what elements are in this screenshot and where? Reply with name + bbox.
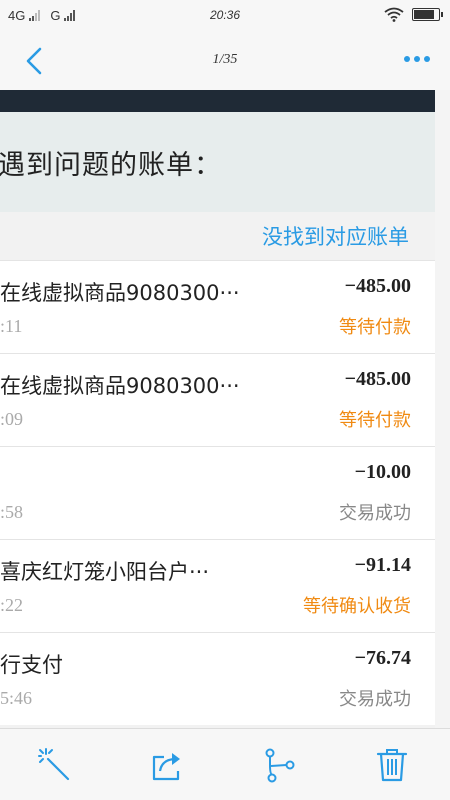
bill-status: 交易成功 — [339, 503, 411, 524]
bill-row[interactable]: 行支付 5:46 −76.74 交易成功 — [0, 632, 435, 725]
bill-amount: −485.00 — [344, 368, 411, 390]
bill-row[interactable]: 在线虚拟商品9080300··· :09 −485.00 等待付款 — [0, 353, 435, 446]
share-icon[interactable] — [150, 747, 186, 783]
bill-status: 交易成功 — [339, 689, 411, 710]
header-text: 遇到问题的账单： — [0, 149, 222, 181]
bill-row[interactable]: 在线虚拟商品9080300··· :11 −485.00 等待付款 — [0, 260, 435, 353]
screenshot-content: 遇到问题的账单： 没找到对应账单 在线虚拟商品9080300··· :11 −4… — [0, 90, 435, 728]
bill-status: 等待付款 — [339, 410, 411, 431]
bill-name: 在线虚拟商品9080300··· — [0, 374, 240, 398]
bill-amount: −485.00 — [344, 275, 411, 297]
header-block: 遇到问题的账单： — [0, 112, 435, 212]
bill-amount: −91.14 — [354, 554, 411, 576]
bill-time: 5:46 — [0, 688, 33, 708]
bill-time: :09 — [0, 409, 24, 429]
bill-row[interactable]: :58 −10.00 交易成功 — [0, 446, 435, 539]
dark-strip — [0, 90, 435, 112]
more-dots-icon[interactable] — [404, 56, 430, 62]
bill-amount: −10.00 — [354, 461, 411, 483]
bill-status: 等待付款 — [339, 317, 411, 338]
status-bar: 4G G 20:36 — [0, 0, 450, 32]
bill-row[interactable]: 喜庆红灯笼小阳台户··· :22 −91.14 等待确认收货 — [0, 539, 435, 632]
bill-status: 等待确认收货 — [303, 596, 411, 617]
bill-name: 行支付 — [0, 653, 63, 677]
battery-icon — [412, 8, 443, 21]
bottom-toolbar — [0, 728, 450, 800]
magic-wand-icon[interactable] — [38, 747, 74, 783]
wifi-icon — [384, 7, 404, 22]
bill-time: :22 — [0, 595, 24, 615]
not-found-row: 没找到对应账单 — [0, 212, 435, 260]
not-found-link[interactable]: 没找到对应账单 — [262, 221, 409, 251]
bill-time: :11 — [0, 316, 23, 336]
trash-icon[interactable] — [374, 747, 410, 783]
bill-time: :58 — [0, 502, 24, 522]
nav-bar: 1/35 — [0, 32, 450, 90]
bill-name: 在线虚拟商品9080300··· — [0, 281, 240, 305]
page-counter: 1/35 — [212, 52, 238, 67]
status-time: 20:36 — [209, 8, 241, 22]
bill-name: 喜庆红灯笼小阳台户··· — [0, 560, 210, 584]
status-right — [384, 7, 443, 22]
branch-icon[interactable] — [262, 747, 298, 783]
bill-amount: −76.74 — [354, 647, 411, 669]
